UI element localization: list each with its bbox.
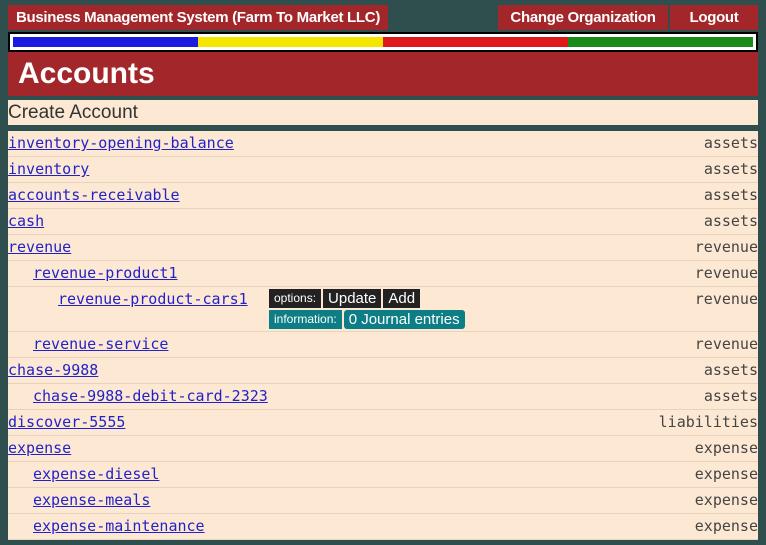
- account-link[interactable]: discover-5555: [8, 413, 125, 431]
- account-type: expense: [694, 491, 758, 509]
- information-label: information:: [269, 310, 342, 329]
- account-type: liabilities: [658, 413, 758, 431]
- account-link[interactable]: revenue-product1: [33, 264, 178, 282]
- page-title: Accounts: [8, 52, 758, 96]
- list-item: chase-9988 assets: [8, 358, 758, 384]
- account-type: expense: [694, 517, 758, 535]
- account-link[interactable]: expense-diesel: [33, 465, 159, 483]
- list-item: expense-diesel expense: [8, 462, 758, 488]
- create-account-button[interactable]: Create Account: [8, 100, 758, 125]
- list-item: expense expense: [8, 436, 758, 462]
- list-item-selected: revenue-product-cars1 options: Update Ad…: [8, 287, 758, 332]
- list-item: expense-meals expense: [8, 488, 758, 514]
- options-label: options:: [269, 289, 322, 308]
- account-link[interactable]: expense-maintenance: [33, 517, 205, 535]
- account-link[interactable]: inventory-opening-balance: [8, 134, 234, 152]
- list-item: discover-5555 liabilities: [8, 410, 758, 436]
- list-item: revenue-service revenue: [8, 332, 758, 358]
- account-options-panel: options: Update Add information: 0 Journ…: [269, 289, 465, 331]
- account-link[interactable]: chase-9988: [8, 361, 98, 379]
- app-brand-link[interactable]: Business Management System (Farm To Mark…: [8, 5, 388, 30]
- account-type: assets: [703, 186, 758, 204]
- list-item: inventory-opening-balance assets: [8, 131, 758, 157]
- account-type: revenue: [694, 238, 758, 256]
- account-type: assets: [703, 134, 758, 152]
- list-item: chase-9988-debit-card-2323 assets: [8, 384, 758, 410]
- update-button[interactable]: Update: [323, 289, 382, 308]
- account-type: assets: [703, 387, 758, 405]
- change-organization-button[interactable]: Change Organization: [498, 5, 668, 30]
- account-link[interactable]: revenue: [8, 238, 71, 256]
- account-type: assets: [703, 361, 758, 379]
- account-link[interactable]: revenue-product-cars1: [58, 290, 248, 308]
- account-type: revenue: [694, 264, 758, 282]
- account-type: assets: [703, 212, 758, 230]
- account-link[interactable]: revenue-service: [33, 335, 168, 353]
- journal-entries-button[interactable]: 0 Journal entries: [343, 310, 465, 329]
- stripe-blue: [13, 37, 198, 47]
- list-item: cash assets: [8, 209, 758, 235]
- logout-button[interactable]: Logout: [670, 5, 758, 30]
- top-navigation: Business Management System (Farm To Mark…: [0, 0, 766, 30]
- account-link[interactable]: expense: [8, 439, 71, 457]
- color-stripe-bar: [8, 32, 758, 52]
- account-link[interactable]: accounts-receivable: [8, 186, 180, 204]
- list-item: revenue revenue: [8, 235, 758, 261]
- accounts-list: inventory-opening-balance assets invento…: [8, 131, 758, 540]
- account-type: expense: [694, 465, 758, 483]
- list-item: expense-maintenance expense: [8, 514, 758, 540]
- stripe-red: [383, 37, 568, 47]
- account-type: expense: [694, 439, 758, 457]
- account-type: revenue: [694, 335, 758, 353]
- stripe-green: [568, 37, 753, 47]
- list-item: inventory assets: [8, 157, 758, 183]
- account-link[interactable]: expense-meals: [33, 491, 150, 509]
- account-type: revenue: [694, 290, 758, 308]
- stripe-yellow: [198, 37, 383, 47]
- account-link[interactable]: inventory: [8, 160, 89, 178]
- add-button[interactable]: Add: [383, 289, 421, 308]
- account-link[interactable]: chase-9988-debit-card-2323: [33, 387, 268, 405]
- account-link[interactable]: cash: [8, 212, 44, 230]
- account-type: assets: [703, 160, 758, 178]
- list-item: revenue-product1 revenue: [8, 261, 758, 287]
- list-item: accounts-receivable assets: [8, 183, 758, 209]
